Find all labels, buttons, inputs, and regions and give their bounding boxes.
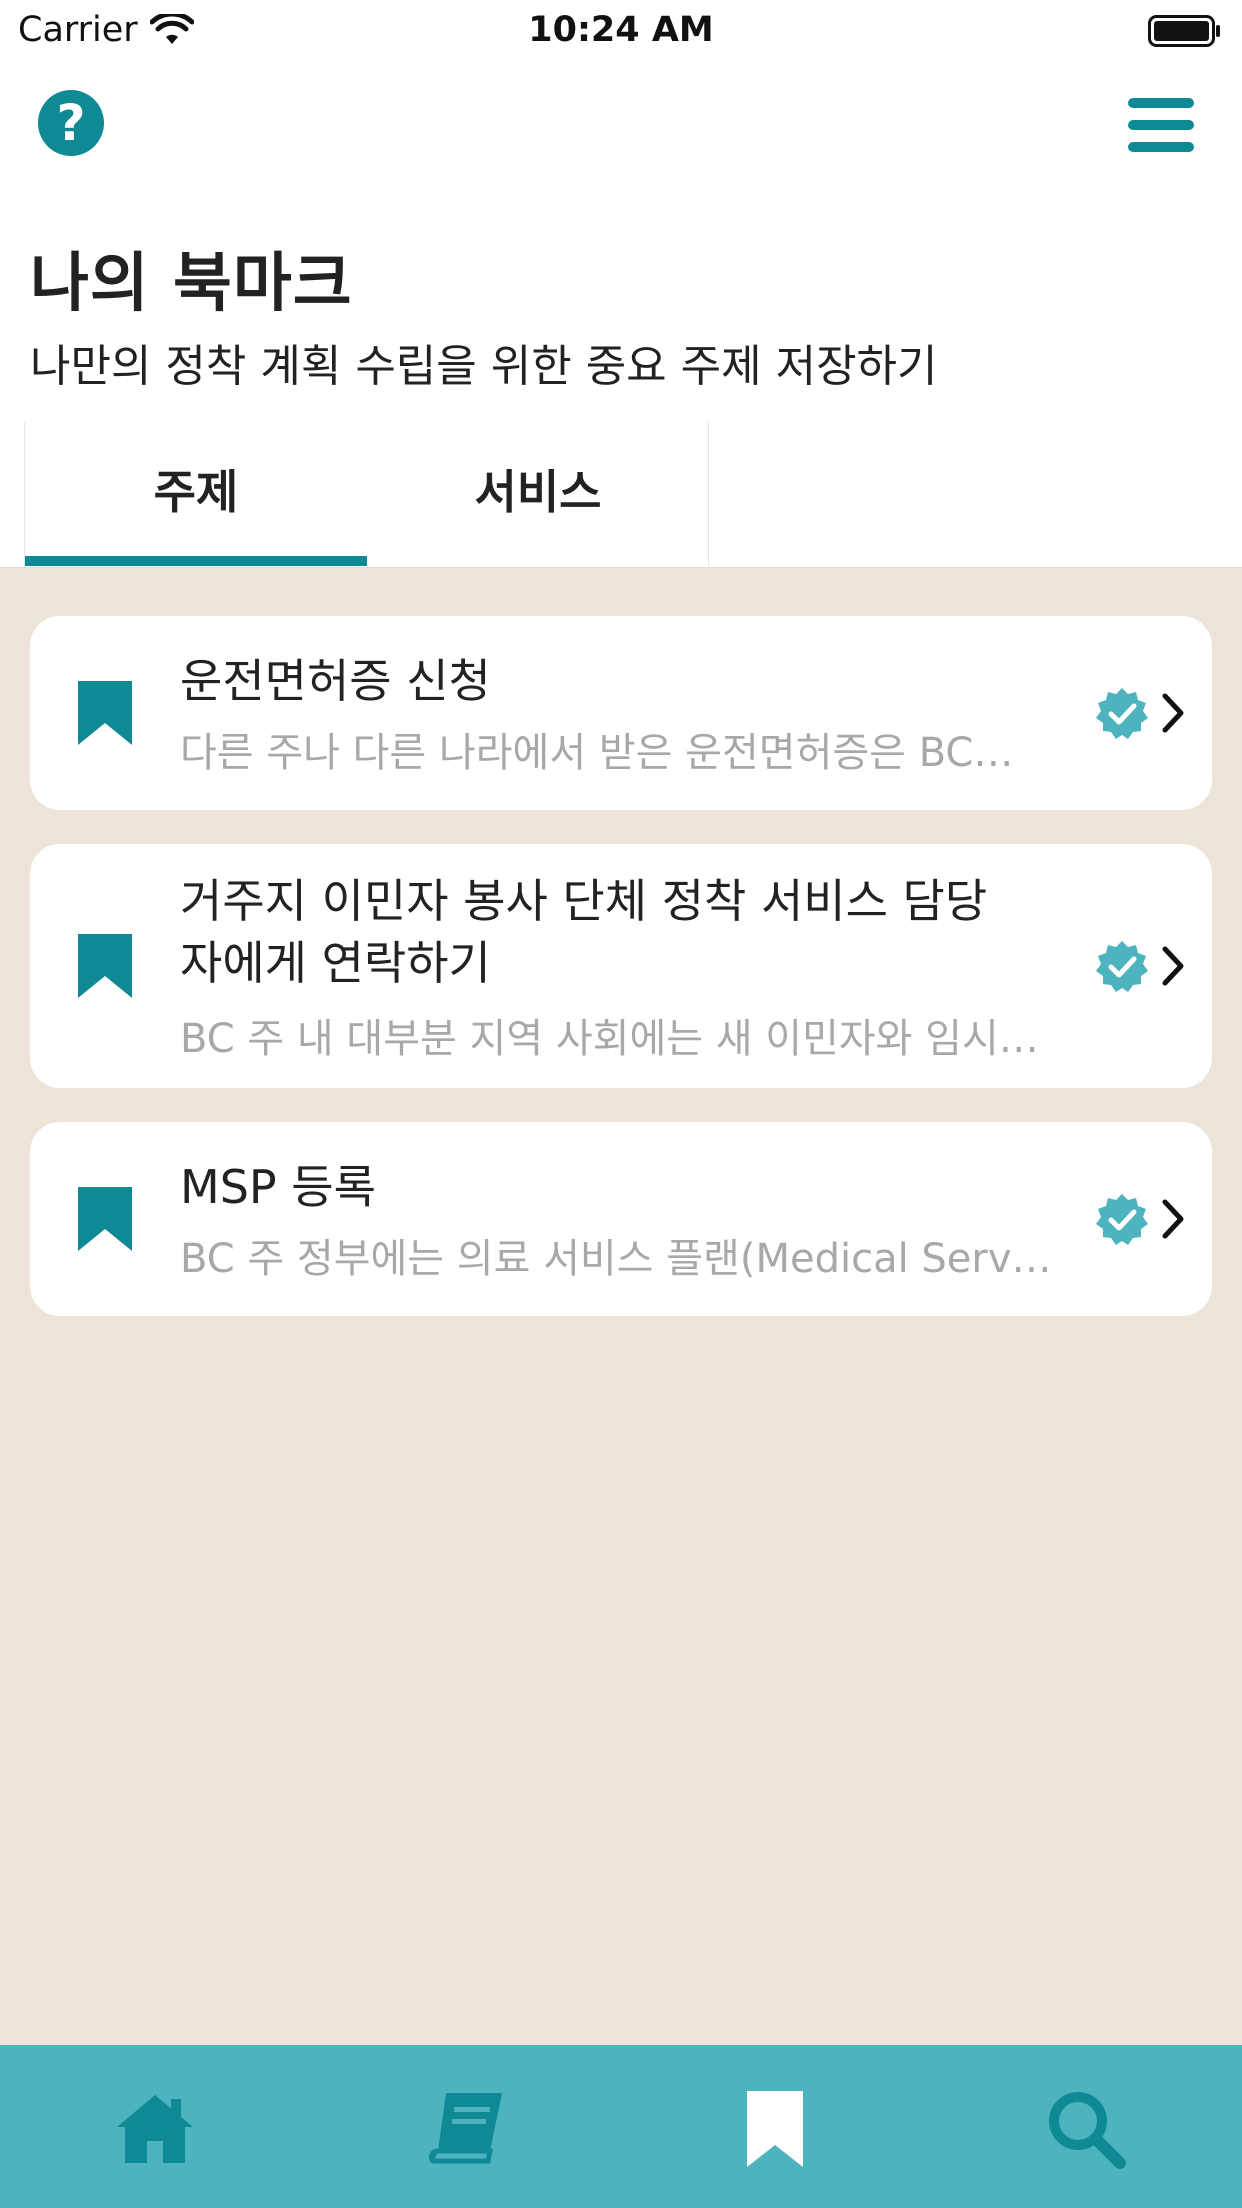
book-icon[interactable] (424, 2087, 508, 2171)
bookmark-card[interactable]: 거주지 이민자 봉사 단체 정착 서비스 담당자에게 연락하기 BC 주 내 대… (30, 844, 1212, 1088)
bookmark-title: 운전면허증 신청 (180, 654, 491, 708)
tab-services-label: 서비스 (474, 465, 602, 519)
page-title: 나의 북마크 (30, 247, 353, 321)
bottom-tab-bar (0, 2045, 1242, 2208)
status-bar: Carrier 10:24 AM (0, 0, 1242, 62)
active-tab-indicator (25, 556, 367, 566)
tab-services[interactable]: 서비스 (367, 422, 709, 566)
search-icon[interactable] (1044, 2087, 1128, 2171)
bookmark-description: 다른 주나 다른 나라에서 받은 운전면허증은 BC… (180, 730, 1014, 776)
segment-tabs: 주제 서비스 (24, 422, 709, 566)
chevron-right-icon (1162, 1199, 1184, 1239)
chevron-right-icon (1162, 946, 1184, 986)
page-subtitle: 나만의 정착 계획 수립을 위한 중요 주제 저장하기 (30, 341, 938, 392)
verified-badge-icon (1096, 688, 1148, 739)
bookmark-icon (78, 934, 132, 998)
hamburger-menu-icon[interactable] (1128, 98, 1194, 152)
chevron-right-icon (1162, 693, 1184, 733)
bookmark-description: BC 주 정부에는 의료 서비스 플랜(Medical Servi… (180, 1236, 1060, 1282)
bookmark-title: 거주지 이민자 봉사 단체 정착 서비스 담당자에게 연락하기 (180, 874, 988, 990)
tab-topics[interactable]: 주제 (25, 422, 367, 566)
help-button[interactable]: ? (38, 90, 104, 156)
verified-badge-icon (1096, 941, 1148, 992)
bookmark-icon[interactable] (733, 2087, 817, 2171)
home-icon[interactable] (113, 2087, 197, 2171)
bookmark-icon (78, 1187, 132, 1251)
bookmark-description: BC 주 내 대부분 지역 사회에는 새 이민자와 임시… (180, 1016, 1039, 1062)
bookmark-list: 운전면허증 신청 다른 주나 다른 나라에서 받은 운전면허증은 BC… 거주지… (0, 567, 1242, 2046)
verified-badge-icon (1096, 1194, 1148, 1245)
question-circle-icon: ? (56, 94, 86, 152)
clock: 10:24 AM (528, 10, 714, 50)
bookmark-title: MSP 등록 (180, 1160, 376, 1214)
tab-topics-label: 주제 (153, 465, 239, 519)
battery-icon (1148, 15, 1220, 47)
bookmark-card[interactable]: MSP 등록 BC 주 정부에는 의료 서비스 플랜(Medical Servi… (30, 1122, 1212, 1316)
bookmark-card[interactable]: 운전면허증 신청 다른 주나 다른 나라에서 받은 운전면허증은 BC… (30, 616, 1212, 810)
bookmark-icon (78, 681, 132, 745)
